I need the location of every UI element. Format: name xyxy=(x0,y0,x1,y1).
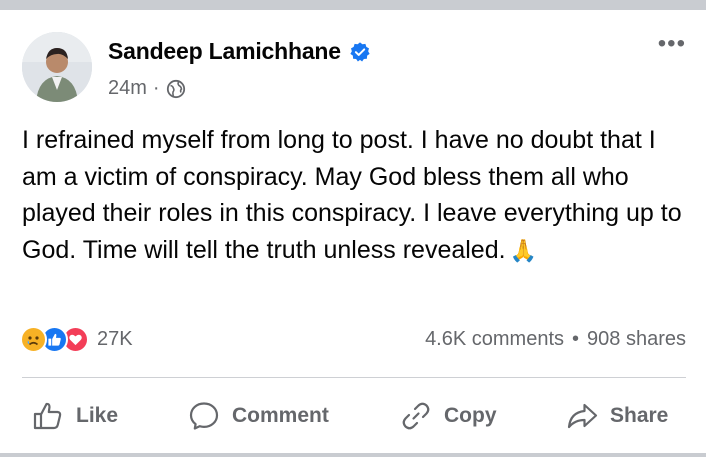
avatar[interactable] xyxy=(22,32,92,102)
reactions-count: 27K xyxy=(97,328,133,350)
post-header: Sandeep Lamichhane 24m · ••• xyxy=(22,32,686,108)
post-meta: 24m · xyxy=(108,77,186,100)
bottom-divider xyxy=(0,453,706,457)
post-stats: 27K 4.6K comments • 908 shares xyxy=(20,324,686,356)
copy-button[interactable]: Copy xyxy=(400,392,497,440)
sad-reaction-icon xyxy=(20,326,47,353)
action-bar: Like Comment Copy Share xyxy=(22,392,686,440)
comment-button[interactable]: Comment xyxy=(188,392,329,440)
post-body: I refrained myself from long to post. I … xyxy=(22,122,692,269)
share-label: Share xyxy=(610,404,669,427)
author-row: Sandeep Lamichhane xyxy=(108,38,371,65)
share-icon xyxy=(567,403,598,429)
like-button[interactable]: Like xyxy=(32,392,118,440)
shares-count[interactable]: 908 shares xyxy=(587,328,686,351)
engagement-counts: 4.6K comments • 908 shares xyxy=(425,328,686,351)
meta-separator: · xyxy=(152,77,160,99)
link-icon xyxy=(402,402,430,430)
globe-icon xyxy=(166,79,185,98)
share-button[interactable]: Share xyxy=(566,392,668,440)
thumbs-up-icon xyxy=(33,402,62,430)
verified-badge-icon xyxy=(350,41,370,62)
post-time[interactable]: 24m xyxy=(108,77,147,100)
author-name[interactable]: Sandeep Lamichhane xyxy=(108,38,341,65)
more-options-button[interactable]: ••• xyxy=(658,32,686,56)
copy-label: Copy xyxy=(444,404,497,427)
pray-emoji-icon: 🙏 xyxy=(509,237,537,263)
stats-divider xyxy=(22,377,686,378)
comment-icon xyxy=(189,402,219,430)
comments-count[interactable]: 4.6K comments xyxy=(425,328,564,351)
counts-separator: • xyxy=(572,328,580,350)
comment-label: Comment xyxy=(232,404,329,427)
top-divider xyxy=(0,0,706,10)
reactions-summary[interactable]: 27K xyxy=(20,326,133,353)
post-text: I refrained myself from long to post. I … xyxy=(22,126,682,264)
like-label: Like xyxy=(76,404,119,427)
